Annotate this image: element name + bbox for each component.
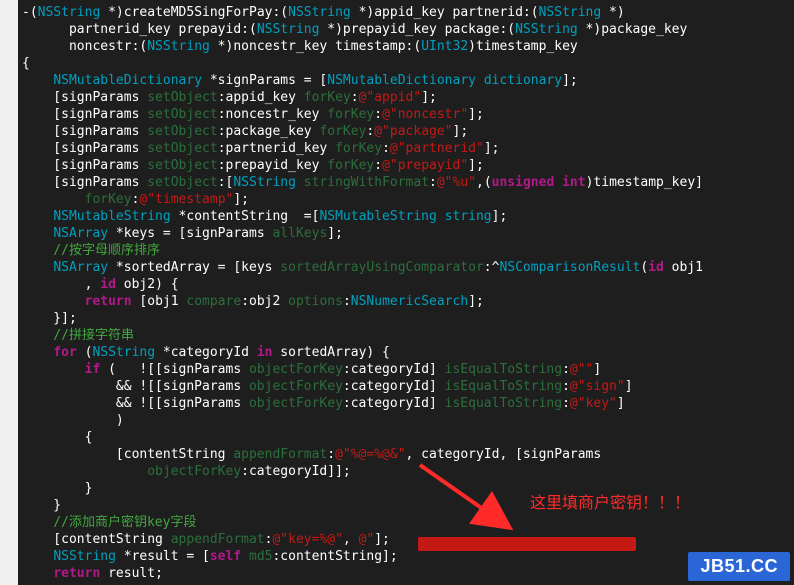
code-comment: //按字母顺序排序 — [22, 243, 160, 258]
code-comment: //添加商户密钥key字段 — [22, 515, 196, 530]
code-text: -( — [22, 5, 38, 20]
code-type: NSString — [38, 5, 101, 20]
line-gutter — [0, 0, 18, 585]
code-comment: //拼接字符串 — [22, 328, 134, 343]
code-block: -(NSString *)createMD5SingForPay:(NSStri… — [0, 0, 794, 582]
